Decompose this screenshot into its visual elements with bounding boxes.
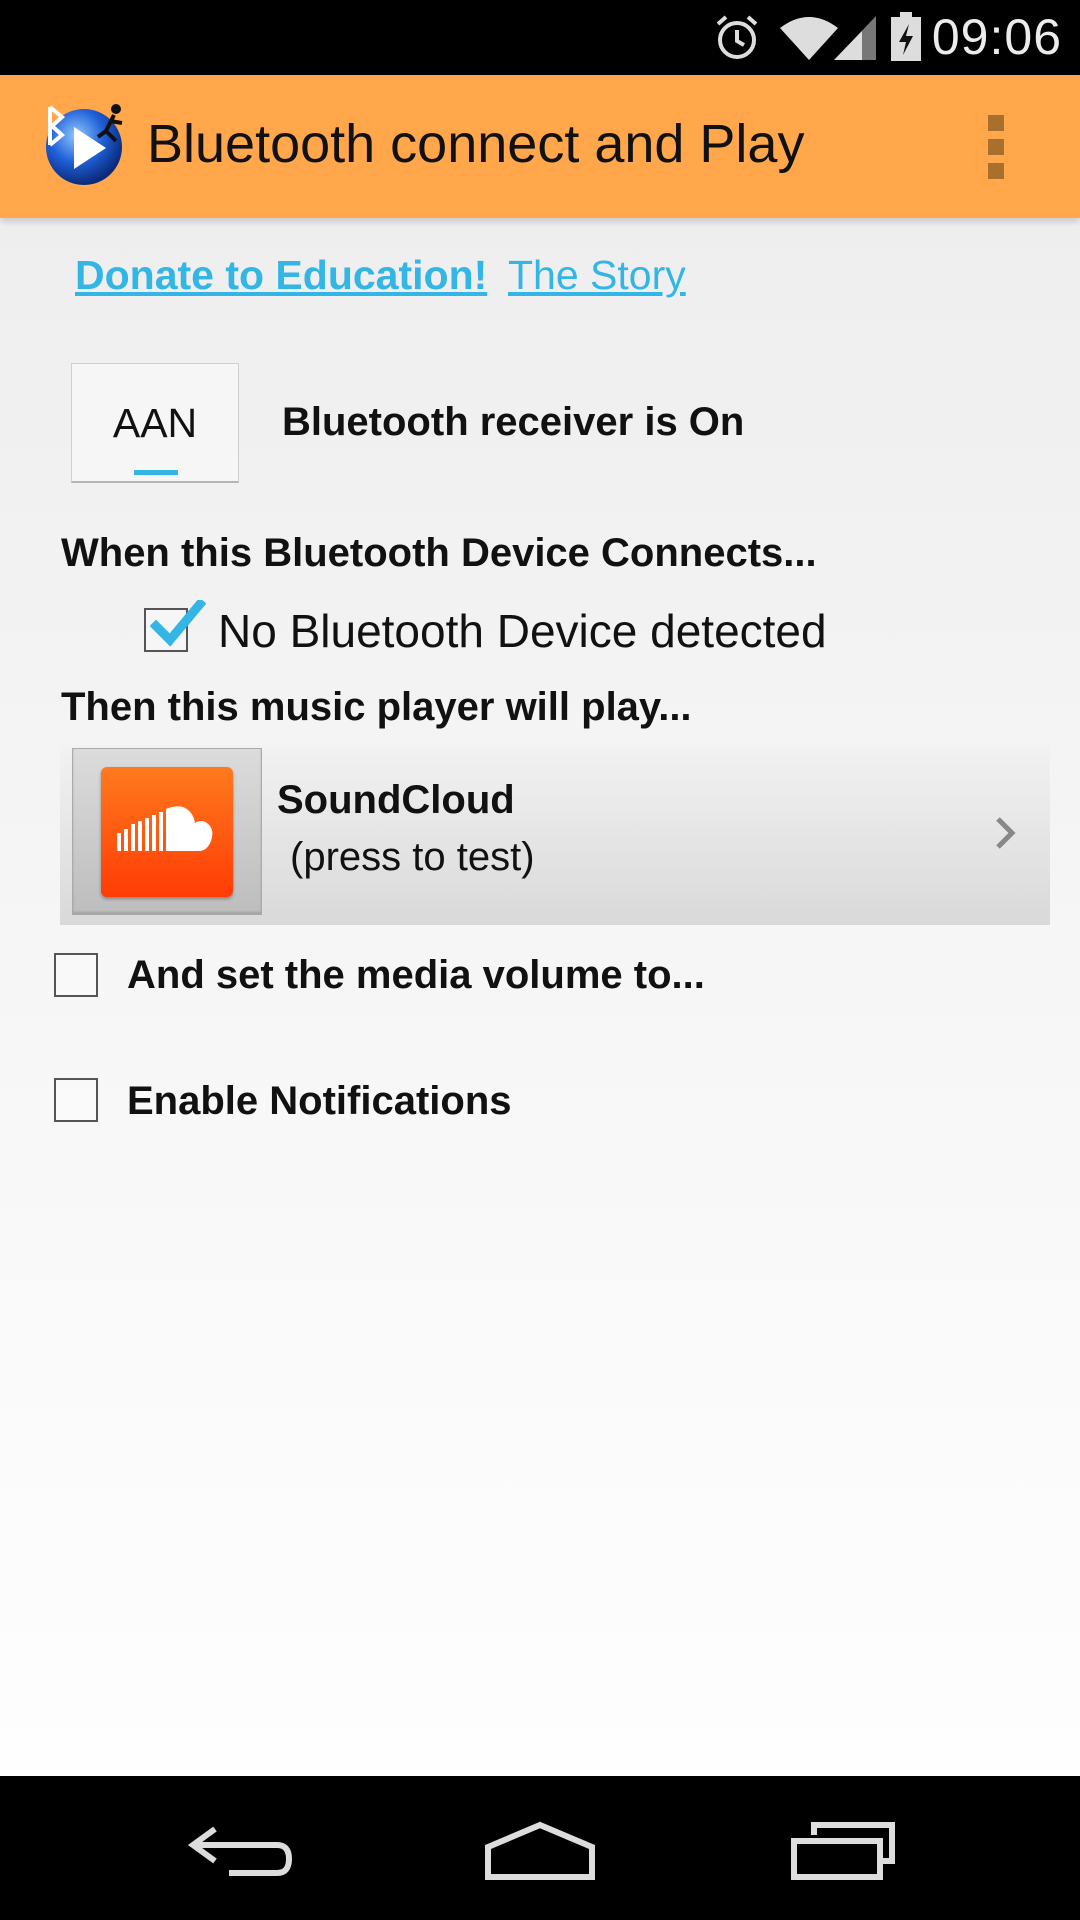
donate-link[interactable]: Donate to Education!: [75, 252, 487, 299]
back-icon[interactable]: [185, 1821, 295, 1881]
notifications-checkbox[interactable]: [54, 1078, 98, 1122]
wifi-icon: [780, 17, 838, 60]
overflow-menu-icon[interactable]: [985, 115, 1007, 179]
toggle-label: AAN: [112, 400, 198, 446]
signal-icon: [834, 16, 876, 60]
home-icon[interactable]: [484, 1821, 596, 1881]
status-time: 09:06: [931, 9, 1062, 65]
recents-icon[interactable]: [790, 1821, 896, 1881]
receiver-toggle-button[interactable]: AAN: [71, 363, 239, 483]
player-name: SoundCloud: [277, 778, 515, 822]
volume-label[interactable]: And set the media volume to...: [127, 953, 705, 998]
chevron-right-icon: [996, 817, 1016, 849]
music-player-row[interactable]: SoundCloud (press to test): [60, 745, 1050, 925]
action-bar: Bluetooth connect and Play: [0, 75, 1080, 218]
navigation-bar: [0, 1776, 1080, 1920]
app-logo-icon: [46, 104, 123, 185]
player-icon-frame: [72, 748, 262, 915]
app-title: Bluetooth connect and Play: [147, 114, 805, 174]
device-section-heading: When this Bluetooth Device Connects...: [61, 531, 817, 575]
player-section-heading: Then this music player will play...: [61, 685, 692, 729]
device-label[interactable]: No Bluetooth Device detected: [218, 604, 827, 658]
status-bar: 09:06: [0, 0, 1080, 75]
story-link[interactable]: The Story: [508, 252, 686, 299]
battery-icon: [891, 12, 921, 61]
alarm-icon: [716, 15, 758, 59]
notifications-label[interactable]: Enable Notifications: [127, 1079, 512, 1124]
player-hint: (press to test): [290, 835, 535, 879]
volume-checkbox[interactable]: [54, 953, 98, 997]
soundcloud-icon: [101, 767, 233, 897]
receiver-status: Bluetooth receiver is On: [282, 400, 745, 444]
toggle-indicator: [134, 470, 178, 475]
checkmark-icon: [150, 600, 206, 647]
